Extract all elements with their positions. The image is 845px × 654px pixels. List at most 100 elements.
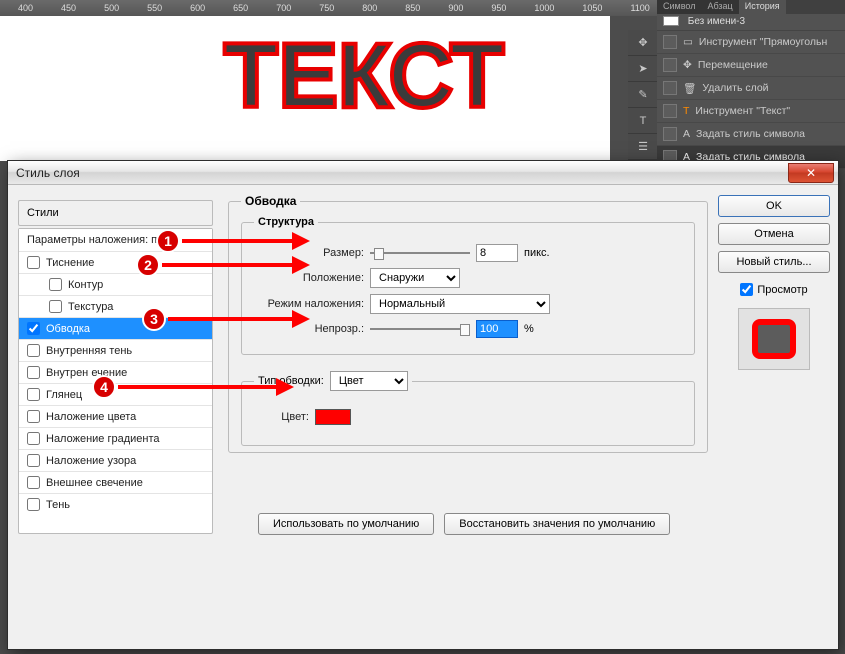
move-tool-icon: ✥ — [683, 59, 692, 71]
canvas[interactable]: ТЕКСТ — [0, 16, 610, 161]
style-label: Внутрен ечение — [46, 367, 127, 379]
blend-mode-dropdown[interactable]: Нормальный — [370, 294, 550, 314]
tool-arrow-icon[interactable]: ➤ — [628, 56, 658, 82]
history-label: Задать стиль символа — [696, 128, 805, 140]
document-title-text: Без имени-3 — [688, 16, 745, 27]
style-label: Наложение градиента — [46, 433, 160, 445]
style-inner-shadow[interactable]: Внутренняя тень — [19, 339, 212, 361]
style-texture-checkbox[interactable] — [49, 300, 62, 313]
text-tool-icon: T — [683, 105, 689, 117]
ruler-tick: 1100 — [630, 3, 649, 13]
style-emboss-checkbox[interactable] — [27, 256, 40, 269]
history-slot-icon — [663, 127, 677, 141]
style-label: Внутренняя тень — [46, 345, 132, 357]
style-texture[interactable]: Текстура — [19, 295, 212, 317]
position-dropdown[interactable]: Снаружи — [370, 268, 460, 288]
ok-button[interactable]: OK — [718, 195, 830, 217]
style-label: Обводка — [46, 323, 90, 335]
preview-checkbox[interactable] — [740, 283, 753, 296]
style-label: Наложение узора — [46, 455, 136, 467]
structure-legend: Структура — [254, 216, 318, 228]
style-satin-checkbox[interactable] — [27, 388, 40, 401]
canvas-text-layer[interactable]: ТЕКСТ — [225, 27, 506, 126]
close-button[interactable]: ✕ — [788, 163, 834, 183]
annotation-arrow-3 — [168, 317, 292, 321]
style-label: Тень — [46, 499, 70, 511]
style-color-overlay-checkbox[interactable] — [27, 410, 40, 423]
cancel-button[interactable]: Отмена — [718, 223, 830, 245]
tab-history[interactable]: История — [739, 0, 786, 14]
history-row[interactable]: ✥ Перемещение — [657, 54, 845, 77]
history-slot-icon — [663, 81, 677, 95]
style-shadow[interactable]: Тень — [19, 493, 212, 515]
history-row[interactable]: AЗадать стиль символа — [657, 123, 845, 146]
style-contour[interactable]: Контур — [19, 273, 212, 295]
style-label: Контур — [68, 279, 103, 291]
ruler-tick: 400 — [18, 3, 33, 13]
size-slider[interactable] — [370, 249, 470, 257]
history-slot-icon — [663, 35, 677, 49]
layer-style-dialog: Стиль слоя ✕ Стили Параметры наложения: … — [7, 160, 839, 650]
style-label: Внешнее свечение — [46, 477, 143, 489]
new-style-button[interactable]: Новый стиль... — [718, 251, 830, 273]
style-shadow-checkbox[interactable] — [27, 498, 40, 511]
style-gradient-overlay[interactable]: Наложение градиента — [19, 427, 212, 449]
history-label: Инструмент "Текст" — [695, 105, 790, 117]
history-label: Перемещение — [698, 59, 768, 71]
style-gradient-overlay-checkbox[interactable] — [27, 432, 40, 445]
dialog-title: Стиль слоя — [16, 166, 80, 180]
tool-misc-icon[interactable]: ☰ — [628, 134, 658, 160]
ruler-tick: 450 — [61, 3, 76, 13]
close-icon: ✕ — [806, 166, 816, 180]
stroke-type-dropdown[interactable]: Цвет — [330, 371, 408, 391]
history-row[interactable]: T Инструмент "Текст" — [657, 100, 845, 123]
tool-brush-icon[interactable]: ✎ — [628, 82, 658, 108]
style-outer-glow[interactable]: Внешнее свечение — [19, 471, 212, 493]
style-color-overlay[interactable]: Наложение цвета — [19, 405, 212, 427]
style-contour-checkbox[interactable] — [49, 278, 62, 291]
blend-row: Режим наложения: Нормальный — [254, 294, 682, 314]
style-pattern-overlay[interactable]: Наложение узора — [19, 449, 212, 471]
dialog-actions: OK Отмена Новый стиль... Просмотр — [718, 195, 830, 370]
styles-header: Стили — [18, 200, 213, 226]
annotation-arrowhead-3 — [292, 310, 310, 328]
annotation-badge-1: 1 — [156, 229, 180, 253]
style-pattern-overlay-checkbox[interactable] — [27, 454, 40, 467]
titlebar[interactable]: Стиль слоя ✕ — [8, 161, 838, 185]
preview-thumbnail — [738, 308, 810, 370]
tab-paragraph[interactable]: Абзац — [701, 0, 738, 14]
annotation-badge-3: 3 — [142, 307, 166, 331]
size-unit: пикс. — [524, 247, 550, 259]
style-emboss[interactable]: Тиснение — [19, 251, 212, 273]
opacity-row: Непрозр.: % — [254, 320, 682, 338]
tool-text-icon[interactable]: T — [628, 108, 658, 134]
color-swatch[interactable] — [315, 409, 351, 425]
preview-label: Просмотр — [757, 284, 807, 296]
style-outer-glow-checkbox[interactable] — [27, 476, 40, 489]
reset-default-button[interactable]: Восстановить значения по умолчанию — [444, 513, 670, 535]
use-default-button[interactable]: Использовать по умолчанию — [258, 513, 434, 535]
ruler-tick: 1050 — [582, 3, 602, 13]
ruler-tick: 700 — [276, 3, 291, 13]
opacity-slider[interactable] — [370, 325, 470, 333]
right-panel: Символ Абзац История Без имени-3 ▭Инстру… — [657, 0, 845, 169]
tab-symbol[interactable]: Символ — [657, 0, 701, 14]
ruler-tick: 650 — [233, 3, 248, 13]
size-input[interactable] — [476, 244, 518, 262]
size-row: Размер: пикс. — [254, 244, 682, 262]
style-stroke-checkbox[interactable] — [27, 322, 40, 335]
styles-header-text: Стили — [27, 207, 59, 219]
defaults-row: Использовать по умолчанию Восстановить з… — [258, 513, 708, 535]
opacity-input[interactable] — [476, 320, 518, 338]
tool-move-icon[interactable]: ✥ — [628, 30, 658, 56]
annotation-arrow-1 — [182, 239, 292, 243]
style-inner-shadow-checkbox[interactable] — [27, 344, 40, 357]
annotation-badge-4: 4 — [92, 375, 116, 399]
annotation-arrowhead-1 — [292, 232, 310, 250]
history-row[interactable]: ▭Инструмент "Прямоугольн — [657, 31, 845, 54]
style-label: Наложение цвета — [46, 411, 136, 423]
history-row[interactable]: 🗑Удалить слой — [657, 77, 845, 100]
blending-options-label: Параметры наложения: п — [27, 234, 157, 246]
style-inner-glow-checkbox[interactable] — [27, 366, 40, 379]
style-inner-glow[interactable]: Внутрен ечение — [19, 361, 212, 383]
